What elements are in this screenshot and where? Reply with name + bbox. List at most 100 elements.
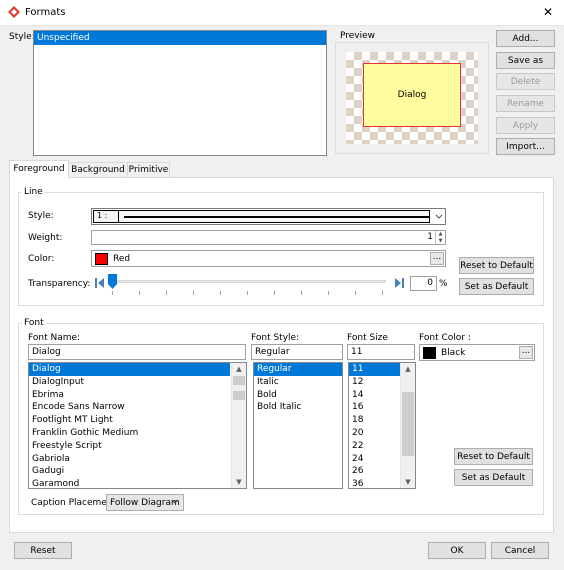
font-name-item[interactable]: Garamond: [29, 478, 230, 488]
font-size-item[interactable]: 36: [349, 478, 401, 488]
line-color-swatch: [95, 253, 108, 265]
font-style-value: Regular: [255, 347, 290, 357]
slider-ticks: [112, 291, 384, 295]
font-style-list[interactable]: Regular Italic Bold Bold Italic: [253, 362, 343, 489]
style-list[interactable]: Unspecified: [33, 30, 327, 156]
font-size-item[interactable]: 20: [349, 427, 401, 440]
chevron-down-icon[interactable]: [433, 211, 445, 223]
font-set-default-button[interactable]: Set as Default: [454, 469, 533, 486]
slider-thumb[interactable]: [108, 274, 117, 289]
font-name-value: Dialog: [32, 347, 61, 357]
font-size-scrollbar[interactable]: ▲ ▼: [400, 363, 415, 488]
tab-primitive[interactable]: Primitive: [128, 162, 170, 178]
line-reset-default-button[interactable]: Reset to Default: [459, 257, 534, 274]
title-bar: Formats ✕: [0, 0, 564, 26]
font-size-item[interactable]: 24: [349, 453, 401, 466]
font-style-item[interactable]: Regular: [254, 363, 342, 376]
line-style-divider: [118, 211, 119, 222]
font-style-item[interactable]: Italic: [254, 376, 342, 389]
font-name-input[interactable]: Dialog: [28, 344, 246, 360]
font-size-item[interactable]: 18: [349, 414, 401, 427]
reset-button[interactable]: Reset: [14, 542, 72, 559]
font-name-items: Dialog DialogInput Ebrima Encode Sans Narro…: [29, 363, 230, 488]
font-name-item[interactable]: DialogInput: [29, 376, 230, 389]
scroll-down-icon[interactable]: ▼: [401, 476, 415, 488]
delete-button[interactable]: Delete: [496, 73, 555, 90]
preview-text: Dialog: [397, 90, 427, 100]
line-style-sample: [124, 216, 429, 218]
tab-background[interactable]: Background: [69, 162, 128, 178]
close-icon[interactable]: ✕: [540, 4, 556, 20]
line-color-field[interactable]: Red ...: [91, 250, 446, 267]
font-size-item[interactable]: 22: [349, 440, 401, 453]
scroll-up-icon[interactable]: ▲: [401, 363, 415, 375]
font-name-item[interactable]: Freestyle Script: [29, 440, 230, 453]
window-title: Formats: [25, 7, 66, 18]
line-color-more-button[interactable]: ...: [430, 252, 444, 265]
ok-button[interactable]: OK: [428, 542, 486, 559]
font-style-input[interactable]: Regular: [251, 344, 343, 360]
chevron-down-icon: [170, 497, 180, 510]
line-weight-stepper[interactable]: 1 ▲ ▼: [91, 230, 446, 245]
transparency-label: Transparency:: [28, 279, 91, 289]
line-weight-label: Weight:: [28, 233, 63, 243]
stepper-down-icon[interactable]: ▼: [435, 238, 445, 244]
font-size-item[interactable]: 16: [349, 401, 401, 414]
cancel-button[interactable]: Cancel: [491, 542, 549, 559]
scroll-thumb[interactable]: [233, 376, 245, 385]
import-button[interactable]: Import...: [496, 138, 555, 155]
font-size-input[interactable]: 11: [347, 344, 415, 360]
tab-panel: Line Style: 1 : Weight: 1 ▲ ▼ Color: Red…: [9, 177, 554, 533]
font-style-label: Font Style:: [251, 333, 300, 343]
font-name-item[interactable]: Dialog: [29, 363, 230, 376]
transparency-slider[interactable]: [108, 274, 390, 296]
line-color-name: Red: [113, 254, 131, 264]
scroll-thumb[interactable]: [402, 392, 414, 456]
font-name-item[interactable]: Franklin Gothic Medium: [29, 427, 230, 440]
save-as-button[interactable]: Save as: [496, 52, 555, 69]
font-size-label: Font Size: [347, 333, 388, 343]
scroll-down-icon[interactable]: ▼: [232, 476, 246, 488]
rename-button[interactable]: Rename: [496, 95, 555, 112]
line-style-select[interactable]: 1 :: [91, 208, 446, 225]
tab-foreground[interactable]: Foreground: [9, 160, 69, 178]
font-color-field[interactable]: Black ...: [419, 344, 535, 361]
font-size-list[interactable]: 11 12 14 16 18 20 22 24 26 36 ▲ ▼: [348, 362, 416, 489]
font-size-item[interactable]: 26: [349, 465, 401, 478]
transparency-input[interactable]: 0: [410, 276, 437, 291]
font-size-item[interactable]: 12: [349, 376, 401, 389]
caption-placement-label: Caption Placement: [31, 498, 117, 508]
font-color-swatch: [423, 347, 436, 359]
font-name-item[interactable]: Gadugi: [29, 465, 230, 478]
apply-button[interactable]: Apply: [496, 117, 555, 134]
font-size-value: 11: [351, 347, 363, 357]
style-label: Style:: [9, 32, 35, 42]
font-style-item[interactable]: Bold: [254, 389, 342, 402]
style-list-item[interactable]: Unspecified: [34, 31, 326, 45]
font-name-item[interactable]: Footlight MT Light: [29, 414, 230, 427]
font-name-item[interactable]: Gabriola: [29, 453, 230, 466]
font-name-item[interactable]: Encode Sans Narrow: [29, 401, 230, 414]
scroll-thumb[interactable]: [233, 391, 245, 400]
font-size-item[interactable]: 11: [349, 363, 401, 376]
transparency-max-icon[interactable]: [394, 277, 404, 289]
add-button[interactable]: Add...: [496, 30, 555, 47]
stepper-up-icon[interactable]: ▲: [435, 231, 445, 238]
font-color-more-button[interactable]: ...: [519, 346, 533, 359]
line-set-default-button[interactable]: Set as Default: [459, 278, 534, 295]
font-color-name: Black: [441, 348, 466, 358]
transparency-min-icon[interactable]: [95, 277, 105, 289]
line-style-label: Style:: [28, 211, 54, 221]
font-size-item[interactable]: 14: [349, 389, 401, 402]
font-name-list[interactable]: Dialog DialogInput Ebrima Encode Sans Narro…: [28, 362, 247, 489]
caption-placement-select[interactable]: Follow Diagram: [106, 494, 184, 511]
font-reset-default-button[interactable]: Reset to Default: [454, 448, 533, 465]
font-name-scrollbar[interactable]: ▲ ▼: [231, 363, 246, 488]
transparency-value: 0: [427, 278, 433, 288]
transparency-unit: %: [439, 279, 448, 289]
font-style-item[interactable]: Bold Italic: [254, 401, 342, 414]
preview-label: Preview: [340, 31, 376, 41]
scroll-up-icon[interactable]: ▲: [232, 363, 246, 375]
font-name-item[interactable]: Ebrima: [29, 389, 230, 402]
font-color-label: Font Color :: [419, 333, 471, 343]
